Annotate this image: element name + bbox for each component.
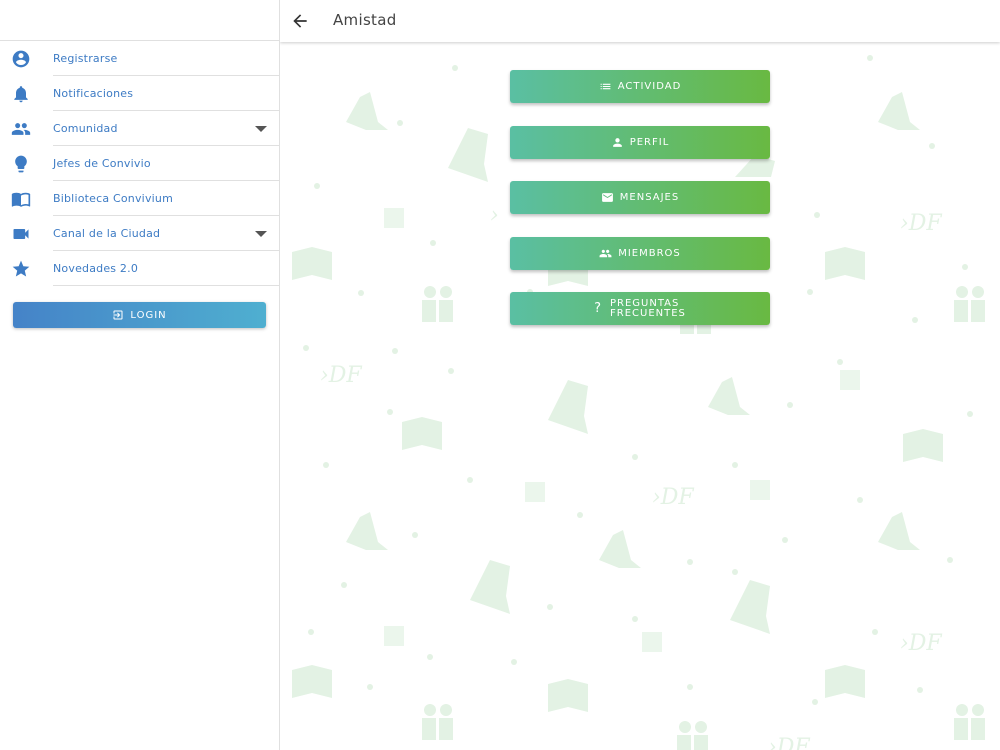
perfil-button[interactable]: PERFIL <box>510 125 770 159</box>
sidebar-item-novedades[interactable]: Novedades 2.0 <box>0 251 279 286</box>
chevron-down-icon[interactable] <box>255 231 267 237</box>
svg-text:›DF: ›DF <box>900 211 942 236</box>
login-label: LOGIN <box>130 309 167 321</box>
svg-text:›DF: ›DF <box>320 363 362 388</box>
sidebar-item-label: Jefes de Convivio <box>53 157 151 170</box>
page-title: Amistad <box>333 11 397 29</box>
sidebar-item-label: Canal de la Ciudad <box>53 227 161 240</box>
question-icon: ? <box>594 301 602 316</box>
actividad-label: ACTIVIDAD <box>617 81 682 92</box>
account-circle-icon <box>11 49 31 69</box>
main-content: Amistad ›DF ›DF ›DF ›DF › ›DF ACTIVIDAD … <box>280 0 1000 750</box>
sidebar-menu: Registrarse Notificaciones Comunidad Jef… <box>0 41 279 286</box>
mensajes-button[interactable]: MENSAJES <box>510 181 770 214</box>
back-button[interactable] <box>290 11 310 31</box>
svg-text:›DF: ›DF <box>652 485 694 510</box>
book-icon <box>11 189 31 209</box>
sidebar-item-label: Registrarse <box>53 52 118 65</box>
mensajes-label: MENSAJES <box>619 192 680 203</box>
bell-icon <box>11 84 31 104</box>
person-icon <box>612 137 622 147</box>
mail-icon <box>601 193 613 202</box>
chevron-down-icon[interactable] <box>255 126 267 132</box>
preguntas-frecuentes-label: PREGUNTAS FRECUENTES <box>610 298 686 319</box>
list-icon <box>600 83 611 90</box>
sidebar-item-jefes-de-convivio[interactable]: Jefes de Convivio <box>0 146 279 181</box>
svg-text:›DF: ›DF <box>768 735 810 750</box>
action-button-list: ACTIVIDAD PERFIL MENSAJES MIEMBROS ? PRE… <box>510 70 770 348</box>
actividad-button[interactable]: ACTIVIDAD <box>510 70 770 103</box>
svg-text:›DF: ›DF <box>900 631 942 656</box>
people-icon <box>11 119 31 139</box>
divider <box>53 285 279 286</box>
sidebar-item-label: Biblioteca Convivium <box>53 192 173 205</box>
perfil-label: PERFIL <box>629 136 670 148</box>
lightbulb-icon <box>11 154 31 174</box>
sidebar-item-notificaciones[interactable]: Notificaciones <box>0 76 279 111</box>
people-icon <box>599 249 612 257</box>
sidebar: Registrarse Notificaciones Comunidad Jef… <box>0 0 280 750</box>
preguntas-frecuentes-button[interactable]: ? PREGUNTAS FRECUENTES <box>510 292 770 325</box>
sidebar-item-label: Comunidad <box>53 122 118 135</box>
label-line-2: FRECUENTES <box>610 307 686 319</box>
star-icon <box>11 259 31 279</box>
miembros-button[interactable]: MIEMBROS <box>510 236 770 270</box>
login-button[interactable]: LOGIN <box>13 302 266 328</box>
login-icon <box>113 310 123 320</box>
miembros-label: MIEMBROS <box>618 247 681 259</box>
sidebar-item-label: Novedades 2.0 <box>53 262 139 275</box>
sidebar-item-canal-de-la-ciudad[interactable]: Canal de la Ciudad <box>0 216 279 251</box>
svg-text:›: › <box>490 203 499 228</box>
arrow-back-icon <box>293 14 307 28</box>
video-camera-icon <box>11 224 31 244</box>
toolbar: Amistad <box>280 0 1000 42</box>
sidebar-item-comunidad[interactable]: Comunidad <box>0 111 279 146</box>
sidebar-item-label: Notificaciones <box>53 87 134 100</box>
sidebar-item-registrarse[interactable]: Registrarse <box>0 41 279 76</box>
sidebar-header <box>0 0 279 41</box>
sidebar-item-biblioteca-convivium[interactable]: Biblioteca Convivium <box>0 181 279 216</box>
